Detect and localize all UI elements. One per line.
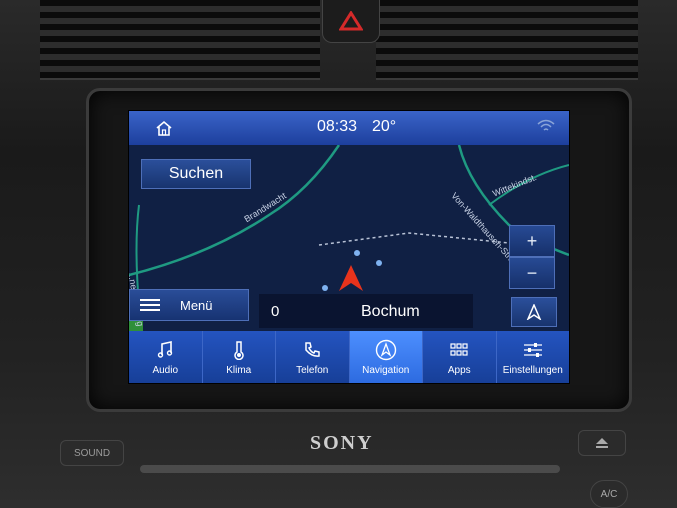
infotainment-screen: 08:33 20° Brandwacht Von-Waldthausen-Str… <box>128 110 570 384</box>
left-air-vent <box>40 0 320 80</box>
ac-button[interactable]: A/C <box>590 480 628 508</box>
nav-apps[interactable]: Apps <box>423 331 497 383</box>
navigation-arrow-icon <box>526 304 542 320</box>
clock: 08:33 <box>317 118 358 135</box>
status-bar: 08:33 20° <box>129 111 569 145</box>
right-air-vent <box>376 0 638 80</box>
outside-temperature: 20° <box>372 118 397 135</box>
nav-label: Einstellungen <box>502 364 563 376</box>
menu-label: Menü <box>180 297 213 313</box>
thermometer-icon <box>234 340 244 360</box>
apps-grid-icon <box>450 342 468 356</box>
eject-icon <box>596 438 608 448</box>
poi-dot <box>376 260 382 266</box>
nav-klima[interactable]: Klima <box>203 331 276 383</box>
hazard-button[interactable] <box>322 0 380 43</box>
sound-button[interactable]: SOUND <box>60 440 124 466</box>
nav-label: Audio <box>152 364 179 376</box>
nav-label: Klima <box>226 364 252 376</box>
zoom-out-button[interactable]: − <box>509 257 555 289</box>
search-button[interactable]: Suchen <box>141 159 251 189</box>
zoom-in-button[interactable]: + <box>509 225 555 257</box>
route-info-bar[interactable]: 0 Bochum <box>259 294 473 328</box>
settings-sliders-icon <box>523 342 542 357</box>
nav-navigation[interactable]: Navigation <box>349 331 423 383</box>
nav-audio[interactable]: Audio <box>129 331 203 383</box>
route-destination: Bochum <box>361 303 420 320</box>
navigation-icon <box>375 339 396 360</box>
home-button[interactable] <box>151 117 177 139</box>
poi-dot <box>322 285 328 291</box>
eject-button[interactable] <box>578 430 626 456</box>
map-orientation-button[interactable] <box>511 297 557 327</box>
boundary-line <box>318 232 510 246</box>
nav-label: Apps <box>447 364 471 376</box>
cd-slot <box>140 465 560 473</box>
wifi-icon <box>537 119 555 131</box>
home-icon <box>156 120 172 136</box>
route-distance: 0 <box>271 303 280 320</box>
vehicle-position-arrow <box>339 265 363 291</box>
nav-label: Telefon <box>296 364 329 376</box>
hazard-triangle-icon <box>339 11 363 31</box>
nav-einstellungen[interactable]: Einstellungen <box>497 331 570 383</box>
music-note-icon <box>158 340 173 358</box>
poi-dot <box>354 250 360 256</box>
nav-telefon[interactable]: Telefon <box>276 331 350 383</box>
phone-icon <box>305 341 320 357</box>
bottom-nav: Audio Klima Telefon Navigation Apps Eins… <box>129 331 569 383</box>
menu-button[interactable]: Menü <box>129 289 249 321</box>
brand-logo: SONY <box>310 432 374 454</box>
nav-label: Navigation <box>362 364 410 376</box>
hamburger-icon <box>140 299 160 311</box>
